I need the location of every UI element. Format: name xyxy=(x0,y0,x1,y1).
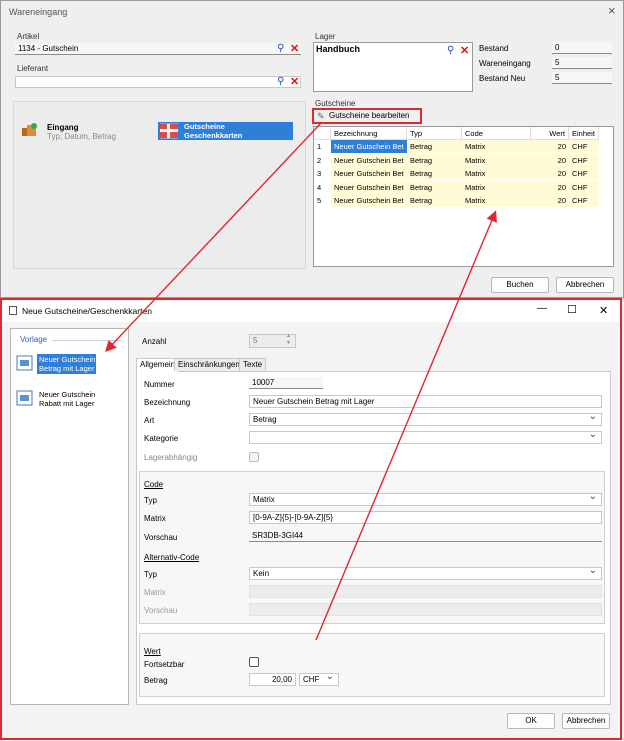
arrow-to-vorlage xyxy=(105,121,323,353)
arrow-to-table xyxy=(315,210,497,641)
annotation-arrows xyxy=(105,121,497,641)
